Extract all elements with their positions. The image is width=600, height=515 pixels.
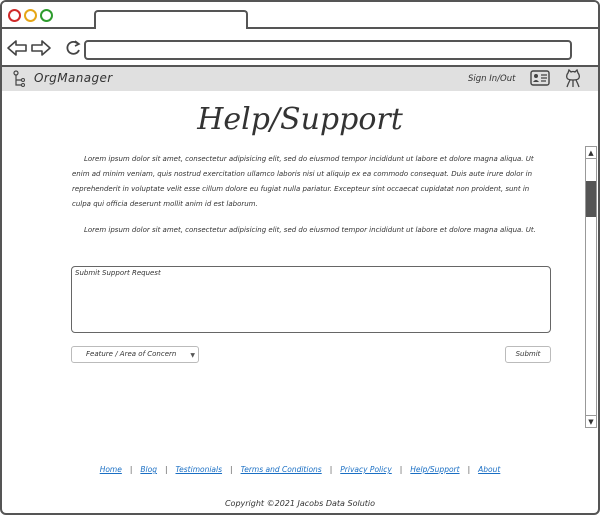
vertical-scrollbar[interactable]: ▲ ▼	[585, 146, 597, 428]
org-tree-icon	[13, 70, 25, 87]
secondary-paragraph: Lorem ipsum dolor sit amet, consectetur …	[84, 226, 536, 234]
footer-separator: |	[399, 465, 403, 474]
browser-nav-bar	[2, 29, 598, 67]
title-bar	[2, 2, 598, 31]
sign-in-out-link[interactable]: Sign In/Out	[468, 74, 515, 84]
footer-separator: |	[129, 465, 133, 474]
arrow-right-icon[interactable]	[30, 39, 52, 57]
footer-link-about[interactable]: About	[478, 465, 500, 474]
footer-link-terms[interactable]: Terms and Conditions	[241, 465, 322, 474]
footer-separator: |	[329, 465, 333, 474]
browser-tab[interactable]	[94, 10, 248, 31]
scroll-down-icon[interactable]: ▼	[586, 415, 596, 427]
browser-window: OrgManager Sign In/Out Help/Support Lore…	[0, 0, 600, 515]
reload-icon[interactable]	[64, 39, 82, 57]
footer-separator: |	[467, 465, 471, 474]
footer-link-home[interactable]: Home	[100, 465, 122, 474]
copyright-text: Copyright ©2021 Jacobs Data Solutio	[224, 499, 376, 508]
concern-select[interactable]: Feature / Area of Concern ▼	[71, 346, 199, 363]
close-window-button[interactable]	[8, 9, 21, 22]
octocat-icon[interactable]	[564, 69, 582, 89]
app-brand[interactable]: OrgManager	[34, 71, 113, 85]
footer-nav: Home | Blog | Testimonials | Terms and Conditi…	[2, 465, 598, 474]
footer-separator: |	[164, 465, 168, 474]
maximize-window-button[interactable]	[40, 9, 53, 22]
id-card-icon[interactable]	[530, 70, 550, 86]
intro-paragraph: Lorem ipsum dolor sit amet, consectetur …	[72, 155, 534, 208]
support-request-textarea[interactable]: Submit Support Request	[71, 266, 551, 333]
scroll-thumb[interactable]	[586, 181, 596, 217]
scroll-up-icon[interactable]: ▲	[586, 147, 596, 159]
app-header: OrgManager Sign In/Out	[2, 67, 598, 91]
chevron-down-icon: ▼	[190, 352, 195, 359]
footer-link-privacy[interactable]: Privacy Policy	[340, 465, 392, 474]
arrow-left-icon[interactable]	[6, 39, 28, 57]
footer-separator: |	[230, 465, 233, 474]
submit-button[interactable]: Submit	[505, 346, 551, 363]
footer-link-blog[interactable]: Blog	[140, 465, 157, 474]
address-bar[interactable]	[84, 40, 572, 60]
minimize-window-button[interactable]	[24, 9, 37, 22]
footer-link-testimonials[interactable]: Testimonials	[176, 465, 223, 474]
concern-select-value: Feature / Area of Concern	[86, 350, 177, 358]
page-title: Help/Support	[197, 102, 403, 137]
footer-link-help[interactable]: Help/Support	[410, 465, 459, 474]
